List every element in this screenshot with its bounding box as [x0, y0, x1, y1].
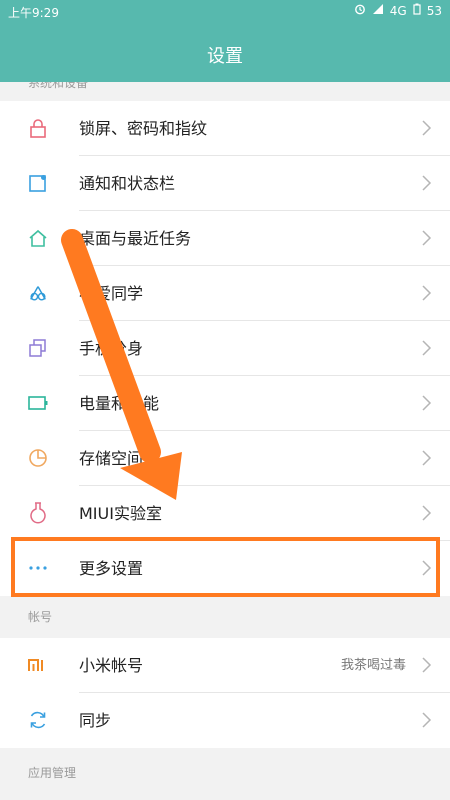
battery-level: 53 — [426, 3, 442, 18]
storage-icon — [28, 448, 48, 468]
settings-item-desktop[interactable]: 桌面与最近任务 — [0, 211, 450, 266]
section-label-app-management: 应用管理 — [0, 748, 450, 798]
settings-item-label: 电量和性能 — [79, 394, 160, 413]
settings-item-label: 手机分身 — [79, 339, 144, 358]
settings-item-label: 桌面与最近任务 — [79, 229, 192, 248]
status-indicators: 4G 53 — [354, 3, 442, 18]
account-name: 我茶喝过毒 — [340, 658, 406, 673]
status-time: 上午9:29 — [8, 6, 59, 20]
settings-item-lock[interactable]: 锁屏、密码和指纹 — [0, 101, 450, 156]
chevron-right-icon — [420, 559, 432, 577]
settings-item-label: 存储空间 — [79, 449, 144, 468]
settings-item-label: 小爱同学 — [79, 284, 144, 303]
page-title: 设置 — [207, 46, 243, 67]
chevron-right-icon — [420, 711, 432, 729]
battery-indicator-icon — [413, 3, 421, 18]
network-type: 4G — [389, 3, 407, 18]
status-bar: 上午9:29 4G 53 — [0, 0, 450, 24]
settings-item-xiaoai[interactable]: 小爱同学 — [0, 266, 450, 321]
xiaoai-icon — [28, 283, 48, 303]
mi-logo-icon — [28, 655, 48, 675]
sync-icon — [28, 710, 48, 730]
lab-flask-icon — [28, 502, 48, 524]
chevron-right-icon — [420, 284, 432, 302]
settings-item-label: 锁屏、密码和指纹 — [79, 119, 208, 138]
settings-item-label: 同步 — [79, 711, 112, 730]
notification-icon — [28, 173, 48, 193]
section-label-system: 系统和设备 — [0, 82, 450, 101]
section-label-account: 帐号 — [0, 596, 450, 638]
settings-item-label: MIUI实验室 — [79, 504, 162, 523]
settings-item-label: 通知和状态栏 — [79, 174, 176, 193]
chevron-right-icon — [420, 174, 432, 192]
app-header: 上午9:29 4G 53 设置 — [0, 0, 450, 82]
chevron-right-icon — [420, 394, 432, 412]
settings-item-sync[interactable]: 同步 — [0, 693, 450, 748]
section-account: 小米帐号 我茶喝过毒 同步 — [0, 638, 450, 748]
alarm-icon — [354, 3, 366, 18]
lock-icon — [28, 118, 48, 138]
signal-icon — [372, 3, 384, 18]
home-icon — [28, 228, 48, 248]
battery-icon — [28, 393, 48, 413]
settings-item-storage[interactable]: 存储空间 — [0, 431, 450, 486]
chevron-right-icon — [420, 229, 432, 247]
chevron-right-icon — [420, 656, 432, 674]
settings-item-label: 小米帐号 — [79, 656, 144, 675]
settings-item-mi-account[interactable]: 小米帐号 我茶喝过毒 — [0, 638, 450, 693]
settings-item-miui-lab[interactable]: MIUI实验室 — [0, 486, 450, 541]
settings-item-second-space[interactable]: 手机分身 — [0, 321, 450, 376]
settings-item-label: 更多设置 — [79, 559, 144, 578]
settings-item-battery[interactable]: 电量和性能 — [0, 376, 450, 431]
settings-item-more[interactable]: 更多设置 — [0, 541, 450, 596]
chevron-right-icon — [420, 504, 432, 522]
section-system: 锁屏、密码和指纹 通知和状态栏 桌面与最近任务 小爱同学 手机分身 电量和性能 … — [0, 101, 450, 596]
chevron-right-icon — [420, 119, 432, 137]
chevron-right-icon — [420, 449, 432, 467]
second-space-icon — [28, 338, 48, 358]
settings-list: 系统和设备 锁屏、密码和指纹 通知和状态栏 桌面与最近任务 小爱同学 手机分身 … — [0, 82, 450, 798]
chevron-right-icon — [420, 339, 432, 357]
more-dots-icon — [28, 558, 48, 578]
settings-item-notifications[interactable]: 通知和状态栏 — [0, 156, 450, 211]
